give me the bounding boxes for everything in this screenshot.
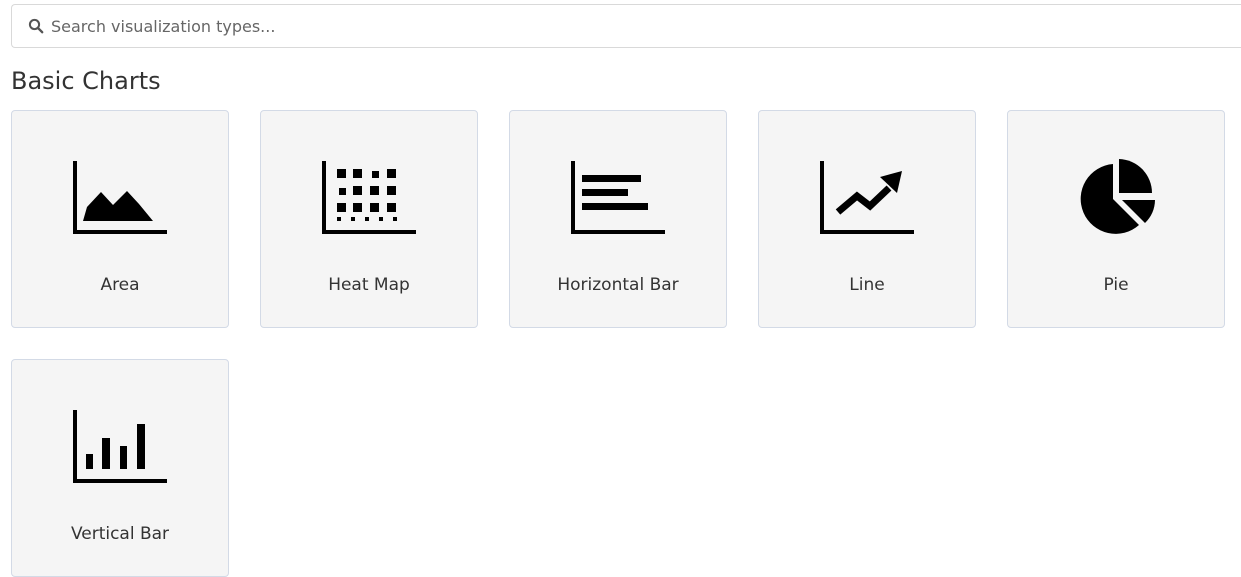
- viz-card-label: Pie: [1103, 275, 1129, 295]
- viz-card-label: Line: [849, 275, 885, 295]
- search-icon: [28, 18, 44, 34]
- viz-card-area[interactable]: Area: [11, 110, 229, 328]
- viz-card-label: Area: [100, 275, 140, 295]
- vertical-bar-chart-icon: [71, 408, 171, 488]
- viz-card-label: Vertical Bar: [70, 524, 170, 544]
- viz-card-pie[interactable]: Pie: [1007, 110, 1225, 328]
- line-chart-icon: [818, 159, 918, 239]
- section-title: Basic Charts: [11, 67, 161, 95]
- pie-chart-icon: [1067, 159, 1167, 239]
- search-input[interactable]: [51, 16, 1151, 36]
- viz-card-line[interactable]: Line: [758, 110, 976, 328]
- viz-card-horizontal-bar[interactable]: Horizontal Bar: [509, 110, 727, 328]
- viz-card-heat-map[interactable]: Heat Map: [260, 110, 478, 328]
- heat-map-icon: [320, 159, 420, 239]
- area-chart-icon: [71, 159, 171, 239]
- search-box[interactable]: [11, 4, 1241, 48]
- viz-card-label: Heat Map: [328, 275, 410, 295]
- horizontal-bar-chart-icon: [569, 159, 669, 239]
- viz-card-vertical-bar[interactable]: Vertical Bar: [11, 359, 229, 577]
- viz-card-label: Horizontal Bar: [557, 275, 679, 295]
